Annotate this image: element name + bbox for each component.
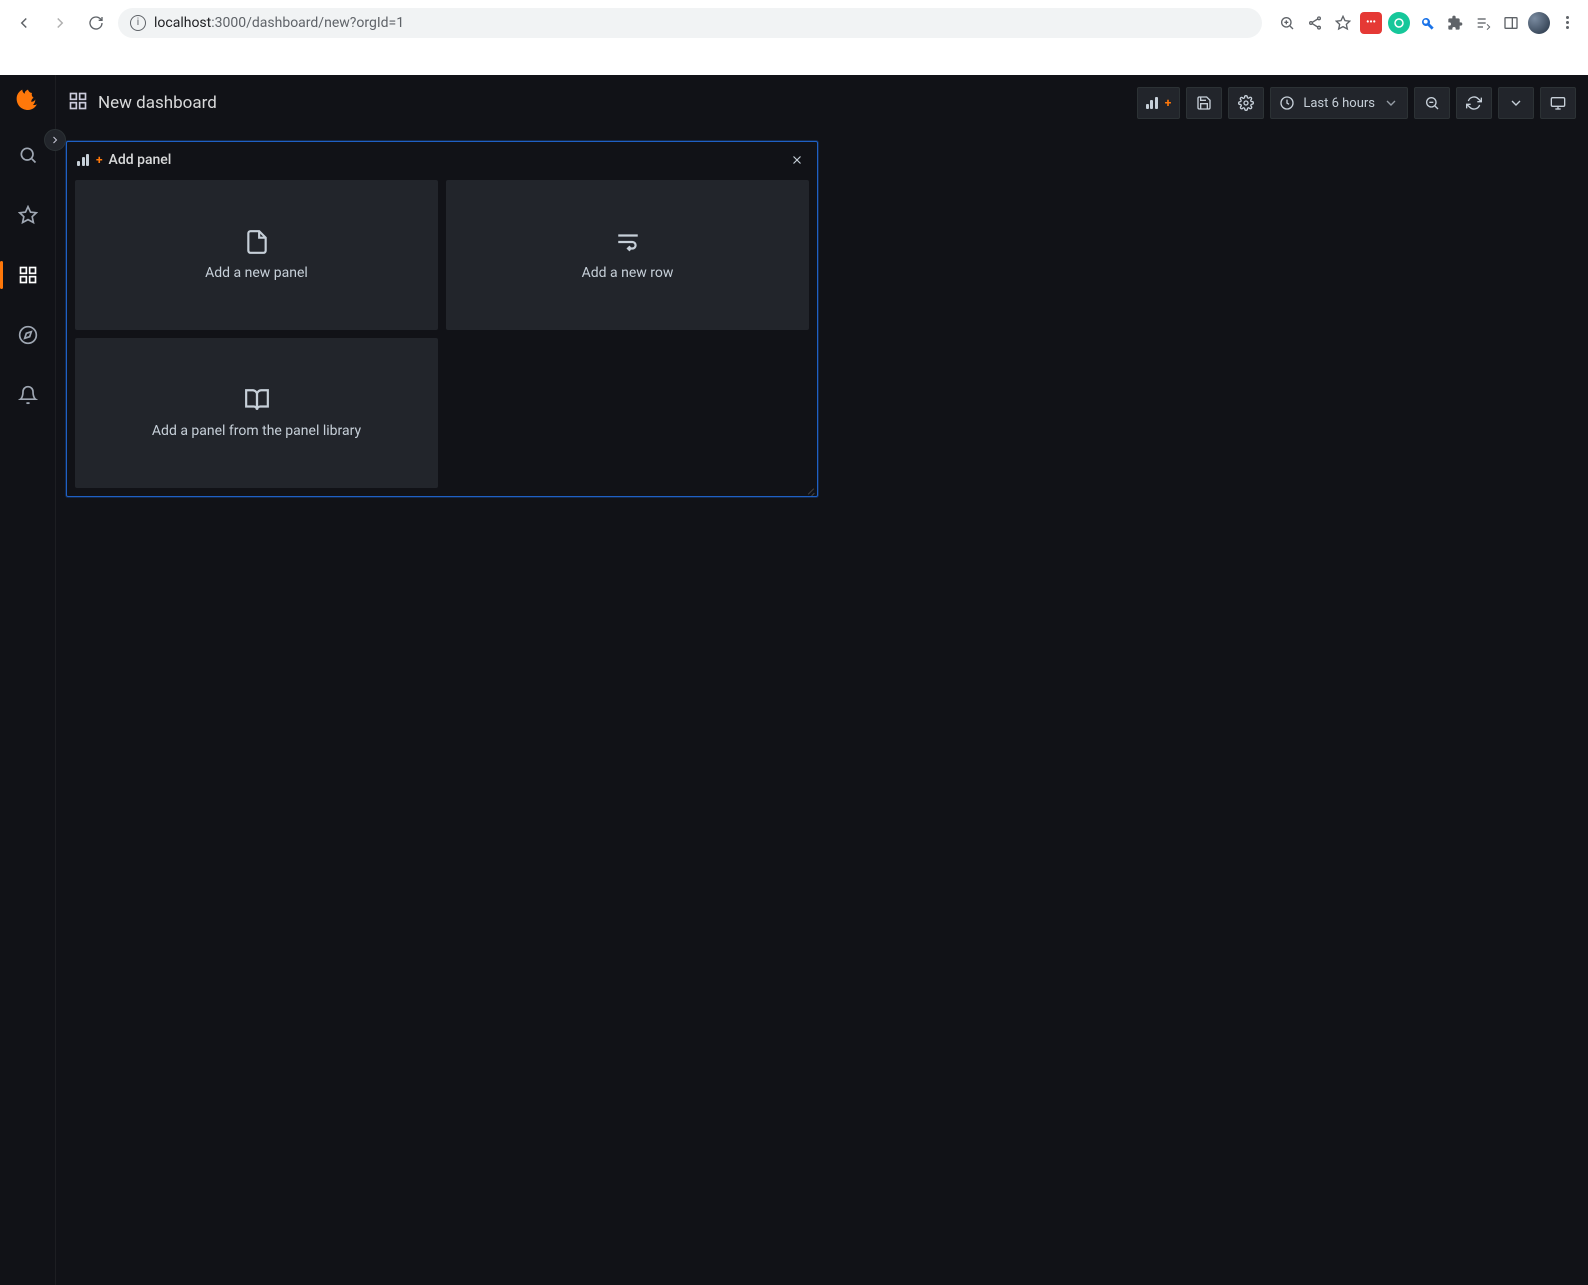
gear-icon bbox=[1238, 95, 1254, 111]
file-icon bbox=[244, 229, 270, 255]
bar-chart-icon bbox=[1146, 97, 1158, 109]
toolbar-save-button[interactable] bbox=[1186, 87, 1222, 119]
profile-avatar[interactable] bbox=[1528, 12, 1550, 34]
wrap-text-icon bbox=[615, 229, 641, 255]
refresh-icon bbox=[1466, 95, 1482, 111]
book-open-icon bbox=[244, 387, 270, 413]
browser-forward-button[interactable] bbox=[46, 9, 74, 37]
main-column: New dashboard + Last 6 hours bbox=[56, 75, 1588, 1285]
zoom-icon[interactable] bbox=[1276, 12, 1298, 34]
plus-icon: + bbox=[1165, 96, 1172, 110]
browser-chrome: i localhost:3000/dashboard/new?orgId=1 •… bbox=[0, 0, 1588, 45]
add-new-row-label: Add a new row bbox=[582, 265, 674, 281]
toolbar-zoom-out-button[interactable] bbox=[1414, 87, 1450, 119]
add-panel-title: Add panel bbox=[109, 152, 172, 168]
add-new-panel-label: Add a new panel bbox=[205, 265, 308, 281]
chevron-down-icon bbox=[1508, 95, 1524, 111]
add-from-library-card[interactable]: Add a panel from the panel library bbox=[75, 338, 438, 488]
monitor-icon bbox=[1550, 95, 1566, 111]
close-icon bbox=[790, 153, 804, 167]
toolbar-refresh-interval-button[interactable] bbox=[1498, 87, 1534, 119]
toolbar-settings-button[interactable] bbox=[1228, 87, 1264, 119]
grafana-app: New dashboard + Last 6 hours bbox=[0, 75, 1588, 1285]
browser-back-button[interactable] bbox=[10, 9, 38, 37]
site-info-icon[interactable]: i bbox=[130, 15, 146, 31]
sidenav bbox=[0, 75, 56, 1285]
browser-content-gap bbox=[0, 45, 1588, 75]
dashboards-icon bbox=[68, 91, 88, 115]
dashboard-canvas: + Add panel Add a new panel Add a new ro… bbox=[56, 131, 1588, 1285]
toolbar-add-panel-button[interactable]: + bbox=[1137, 87, 1181, 119]
url-text: localhost:3000/dashboard/new?orgId=1 bbox=[154, 15, 404, 31]
add-panel-close-button[interactable] bbox=[787, 150, 807, 170]
bar-chart-icon bbox=[77, 154, 89, 166]
extension-green-icon[interactable] bbox=[1388, 12, 1410, 34]
dashboard-toolbar: New dashboard + Last 6 hours bbox=[56, 75, 1588, 131]
browser-menu-icon[interactable] bbox=[1556, 12, 1578, 34]
chevron-down-icon bbox=[1383, 95, 1399, 111]
sidenav-expand-button[interactable] bbox=[44, 129, 66, 151]
bookmark-star-icon[interactable] bbox=[1332, 12, 1354, 34]
extension-wrench-icon[interactable] bbox=[1416, 12, 1438, 34]
add-panel-widget: + Add panel Add a new panel Add a new ro… bbox=[66, 141, 818, 497]
sidenav-search[interactable] bbox=[8, 135, 48, 175]
toolbar-cycle-view-button[interactable] bbox=[1540, 87, 1576, 119]
add-new-panel-card[interactable]: Add a new panel bbox=[75, 180, 438, 330]
save-icon bbox=[1196, 95, 1212, 111]
side-panel-icon[interactable] bbox=[1500, 12, 1522, 34]
browser-actions: ••• bbox=[1270, 12, 1578, 34]
clock-icon bbox=[1279, 95, 1295, 111]
sidenav-alerting[interactable] bbox=[8, 375, 48, 415]
time-range-label: Last 6 hours bbox=[1303, 96, 1375, 111]
share-icon[interactable] bbox=[1304, 12, 1326, 34]
extensions-puzzle-icon[interactable] bbox=[1444, 12, 1466, 34]
sidenav-explore[interactable] bbox=[8, 315, 48, 355]
panel-resize-handle[interactable] bbox=[805, 484, 815, 494]
add-new-row-card[interactable]: Add a new row bbox=[446, 180, 809, 330]
add-from-library-label: Add a panel from the panel library bbox=[152, 423, 361, 439]
extension-red-icon[interactable]: ••• bbox=[1360, 12, 1382, 34]
browser-address-bar[interactable]: i localhost:3000/dashboard/new?orgId=1 bbox=[118, 8, 1262, 38]
zoom-out-icon bbox=[1424, 95, 1440, 111]
toolbar-refresh-button[interactable] bbox=[1456, 87, 1492, 119]
toolbar-time-picker[interactable]: Last 6 hours bbox=[1270, 87, 1408, 119]
sidenav-starred[interactable] bbox=[8, 195, 48, 235]
page-title: New dashboard bbox=[98, 93, 217, 113]
grafana-logo[interactable] bbox=[14, 87, 42, 115]
reading-list-icon[interactable] bbox=[1472, 12, 1494, 34]
plus-icon: + bbox=[96, 153, 103, 167]
browser-reload-button[interactable] bbox=[82, 9, 110, 37]
sidenav-dashboards[interactable] bbox=[8, 255, 48, 295]
